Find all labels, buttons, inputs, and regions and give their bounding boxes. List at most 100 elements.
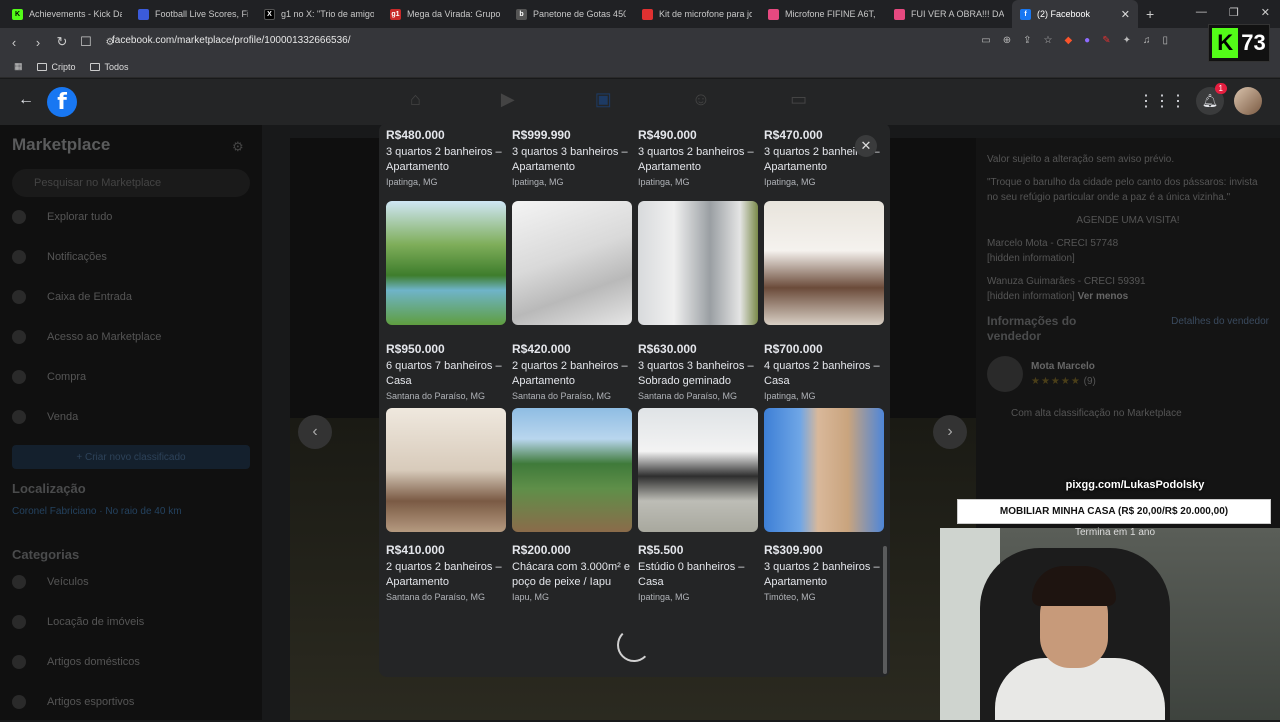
listing-image[interactable] <box>386 201 506 325</box>
category-home[interactable]: Artigos domésticos <box>12 642 250 682</box>
sidebar-item-buy[interactable]: Compra <box>12 357 250 397</box>
sidebar-item-notifications[interactable]: Notificações <box>12 237 250 277</box>
minimize-icon[interactable]: — <box>1196 6 1207 19</box>
bookmark-folder[interactable]: Cripto <box>36 62 76 72</box>
facebook-logo-icon[interactable]: f <box>47 87 77 117</box>
share-icon[interactable]: ⇪ <box>1023 35 1031 46</box>
back-icon[interactable]: ‹ <box>4 35 24 50</box>
bag-icon <box>12 370 26 384</box>
cast-icon[interactable]: ▭ <box>981 35 990 46</box>
maximize-icon[interactable]: ❐ <box>1229 6 1239 19</box>
browser-tab[interactable]: g1 Mega da Virada: Grupo de <box>382 0 508 28</box>
listing-card[interactable]: R$200.000 Chácara com 3.000m² e poço de … <box>512 408 632 602</box>
see-less-link[interactable]: Ver menos <box>1078 291 1129 302</box>
listing-image[interactable] <box>638 408 758 532</box>
url-field[interactable]: facebook.com/marketplace/profile/1000013… <box>112 35 351 46</box>
brave-shield-icon[interactable]: ◆ <box>1064 35 1072 46</box>
listing-card[interactable]: R$700.000 4 quartos 2 banheiros – Casa I… <box>764 201 884 401</box>
window-close-icon[interactable]: ✕ <box>1261 6 1270 19</box>
browser-tab[interactable]: Microfone FIFINE A6T, Me <box>760 0 886 28</box>
create-listing-button[interactable]: + Criar novo classificado <box>12 445 250 469</box>
browser-tab[interactable]: Football Live Scores, Fixtu <box>130 0 256 28</box>
browser-tab[interactable]: FUI VER A OBRA!!! DAQU <box>886 0 1012 28</box>
bookmark-icon[interactable]: ☐ <box>76 34 96 50</box>
listing-image[interactable] <box>386 408 506 532</box>
bookmark-folder[interactable]: Todos <box>89 62 129 72</box>
seller-name[interactable]: Mota Marcelo <box>1031 359 1096 374</box>
zoom-icon[interactable]: ⊕ <box>1003 35 1011 46</box>
close-icon[interactable]: ✕ <box>855 135 877 157</box>
listing-location: Timóteo, MG <box>764 592 816 602</box>
reload-icon[interactable]: ↻ <box>52 34 72 50</box>
media-icon[interactable]: ♫ <box>1143 35 1151 46</box>
seller-details-link[interactable]: Detalhes do vendedor <box>1171 314 1269 344</box>
listing-card[interactable]: R$5.500 Estúdio 0 banheiros – Casa Ipati… <box>638 408 758 602</box>
modal-scrollbar[interactable] <box>883 546 887 674</box>
browser-tab[interactable]: Kit de microfone para jog <box>634 0 760 28</box>
extension-icon[interactable]: ✎ <box>1102 35 1110 46</box>
sidebar-icon[interactable]: ▯ <box>1162 35 1168 46</box>
rating-note: Com alta classificação no Marketplace <box>1011 408 1182 419</box>
puzzle-icon[interactable]: ✦ <box>1123 35 1131 46</box>
category-sports[interactable]: Artigos esportivos <box>12 682 250 722</box>
listing-image[interactable] <box>512 408 632 532</box>
favorite-star-icon[interactable]: ☆ <box>1043 35 1052 46</box>
listing-location: Santana do Paraíso, MG <box>512 391 612 401</box>
listing-image[interactable] <box>638 201 758 325</box>
category-label: Artigos domésticos <box>47 656 140 668</box>
sidebar-item-inbox[interactable]: Caixa de Entrada <box>12 277 250 317</box>
listing-card[interactable]: R$630.000 3 quartos 3 banheiros – Sobrad… <box>638 201 758 401</box>
listing-card[interactable]: R$410.000 2 quartos 2 banheiros – Aparta… <box>386 408 506 602</box>
groups-icon[interactable]: ☺ <box>692 89 710 110</box>
back-arrow-icon[interactable]: ← <box>18 91 34 109</box>
next-photo-button[interactable]: › <box>933 415 967 449</box>
listing-image[interactable] <box>764 201 884 325</box>
listing-card[interactable]: R$309.900 3 quartos 2 banheiros – Aparta… <box>764 408 884 602</box>
video-icon[interactable]: ▶ <box>501 89 515 110</box>
avatar[interactable] <box>1234 87 1262 115</box>
gear-icon[interactable]: ⚙ <box>232 139 244 155</box>
listing-image[interactable] <box>512 201 632 325</box>
gaming-icon[interactable]: ▭ <box>790 89 807 110</box>
browser-tab[interactable]: K Achievements - Kick Dash <box>4 0 130 28</box>
search-input[interactable]: Pesquisar no Marketplace <box>12 169 250 197</box>
listing-title: Chácara com 3.000m² e poço de peixe / Ia… <box>512 561 630 588</box>
tab-label: Panetone de Gotas 450g | <box>533 9 626 19</box>
apps-grid-icon[interactable]: ▦ <box>14 61 23 72</box>
previous-photo-button[interactable]: ‹ <box>298 415 332 449</box>
listing-image[interactable] <box>764 408 884 532</box>
access-icon <box>12 330 26 344</box>
listing-card[interactable]: R$480.000 3 quartos 2 banheiros – Aparta… <box>386 127 506 187</box>
location-value[interactable]: Coronel Fabriciano · No raio de 40 km <box>12 506 250 517</box>
listing-card[interactable]: R$999.990 3 quartos 3 banheiros – Aparta… <box>512 127 632 187</box>
listing-card[interactable]: R$420.000 2 quartos 2 banheiros – Aparta… <box>512 201 632 401</box>
listing-card[interactable]: R$950.000 6 quartos 7 banheiros – Casa S… <box>386 201 506 401</box>
listing-price: R$410.000 <box>386 543 445 557</box>
listing-card[interactable]: R$490.000 3 quartos 2 banheiros – Aparta… <box>638 127 758 187</box>
seller-avatar <box>987 356 1023 392</box>
seller-card[interactable]: Mota Marcelo ★★★★★ (9) <box>987 356 1269 392</box>
extension-icon[interactable]: ● <box>1084 35 1090 46</box>
tab-close-icon[interactable]: ✕ <box>1121 8 1130 21</box>
notifications-button[interactable]: 🔔︎ 1 <box>1196 83 1227 115</box>
browser-tab[interactable]: b Panetone de Gotas 450g | <box>508 0 634 28</box>
new-tab-icon[interactable]: + <box>1146 6 1154 22</box>
sidebar-item-explore[interactable]: Explorar tudo <box>12 197 250 237</box>
category-rentals[interactable]: Locação de imóveis <box>12 602 250 642</box>
sidebar-item-access[interactable]: Acesso ao Marketplace <box>12 317 250 357</box>
tab-label: g1 no X: "Trio de amigos c <box>281 9 374 19</box>
sidebar-item-sell[interactable]: Venda <box>12 397 250 437</box>
forward-icon[interactable]: › <box>28 35 48 50</box>
home-icon[interactable]: ⌂ <box>410 89 421 110</box>
browser-tab[interactable]: Xg1 no X: "Trio de amigos c <box>256 0 382 28</box>
chevron-right-icon: › <box>947 423 953 440</box>
category-label: Veículos <box>47 576 89 588</box>
listing-title: 2 quartos 2 banheiros – Apartamento <box>512 360 628 387</box>
browser-tab-active[interactable]: f (2) Facebook ✕ <box>1012 0 1138 28</box>
category-vehicles[interactable]: Veículos <box>12 562 250 602</box>
menu-grid-icon[interactable]: ⋮⋮⋮ <box>1138 91 1186 111</box>
x-favicon-icon: X <box>264 8 275 20</box>
donation-goal-subtitle: Termina em 1 ano <box>1074 527 1156 538</box>
listing-location: Ipatinga, MG <box>638 592 690 602</box>
marketplace-icon[interactable]: ▣ <box>595 89 612 110</box>
